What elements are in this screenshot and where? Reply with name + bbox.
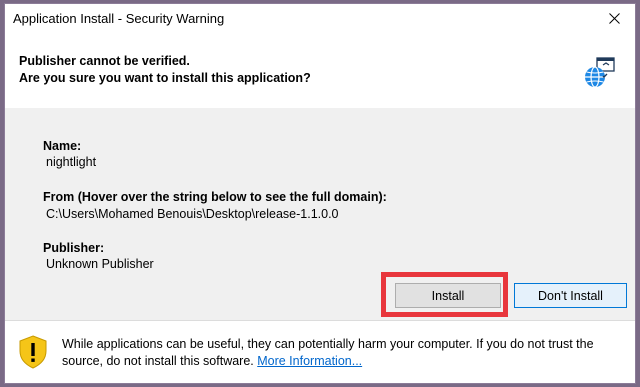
publisher-value: Unknown Publisher (46, 257, 154, 271)
close-icon (609, 13, 620, 24)
more-information-link[interactable]: More Information... (257, 354, 362, 368)
warning-line-1: Publisher cannot be verified. (19, 54, 190, 68)
dont-install-button[interactable]: Don't Install (514, 283, 627, 308)
warning-header: Publisher cannot be verified. Are you su… (5, 34, 635, 108)
warning-line-2: Are you sure you want to install this ap… (19, 71, 311, 85)
globe-install-icon (585, 57, 615, 88)
shield-warning-icon (19, 335, 47, 369)
details-panel: Name: nightlight From (Hover over the st… (5, 108, 635, 320)
name-label: Name: (43, 139, 82, 153)
warning-footer: While applications can be useful, they c… (5, 320, 635, 383)
from-value[interactable]: C:\Users\Mohamed Benouis\Desktop\release… (46, 207, 339, 221)
publisher-label: Publisher: (43, 241, 105, 255)
title-bar: Application Install - Security Warning (5, 4, 635, 34)
window-title: Application Install - Security Warning (13, 11, 225, 26)
install-button[interactable]: Install (395, 283, 501, 308)
from-label: From (Hover over the string below to see… (43, 190, 387, 204)
footer-message: While applications can be useful, they c… (62, 336, 622, 370)
close-button[interactable] (595, 4, 635, 34)
name-value: nightlight (46, 155, 97, 169)
security-warning-dialog: Application Install - Security Warning P… (4, 3, 636, 384)
